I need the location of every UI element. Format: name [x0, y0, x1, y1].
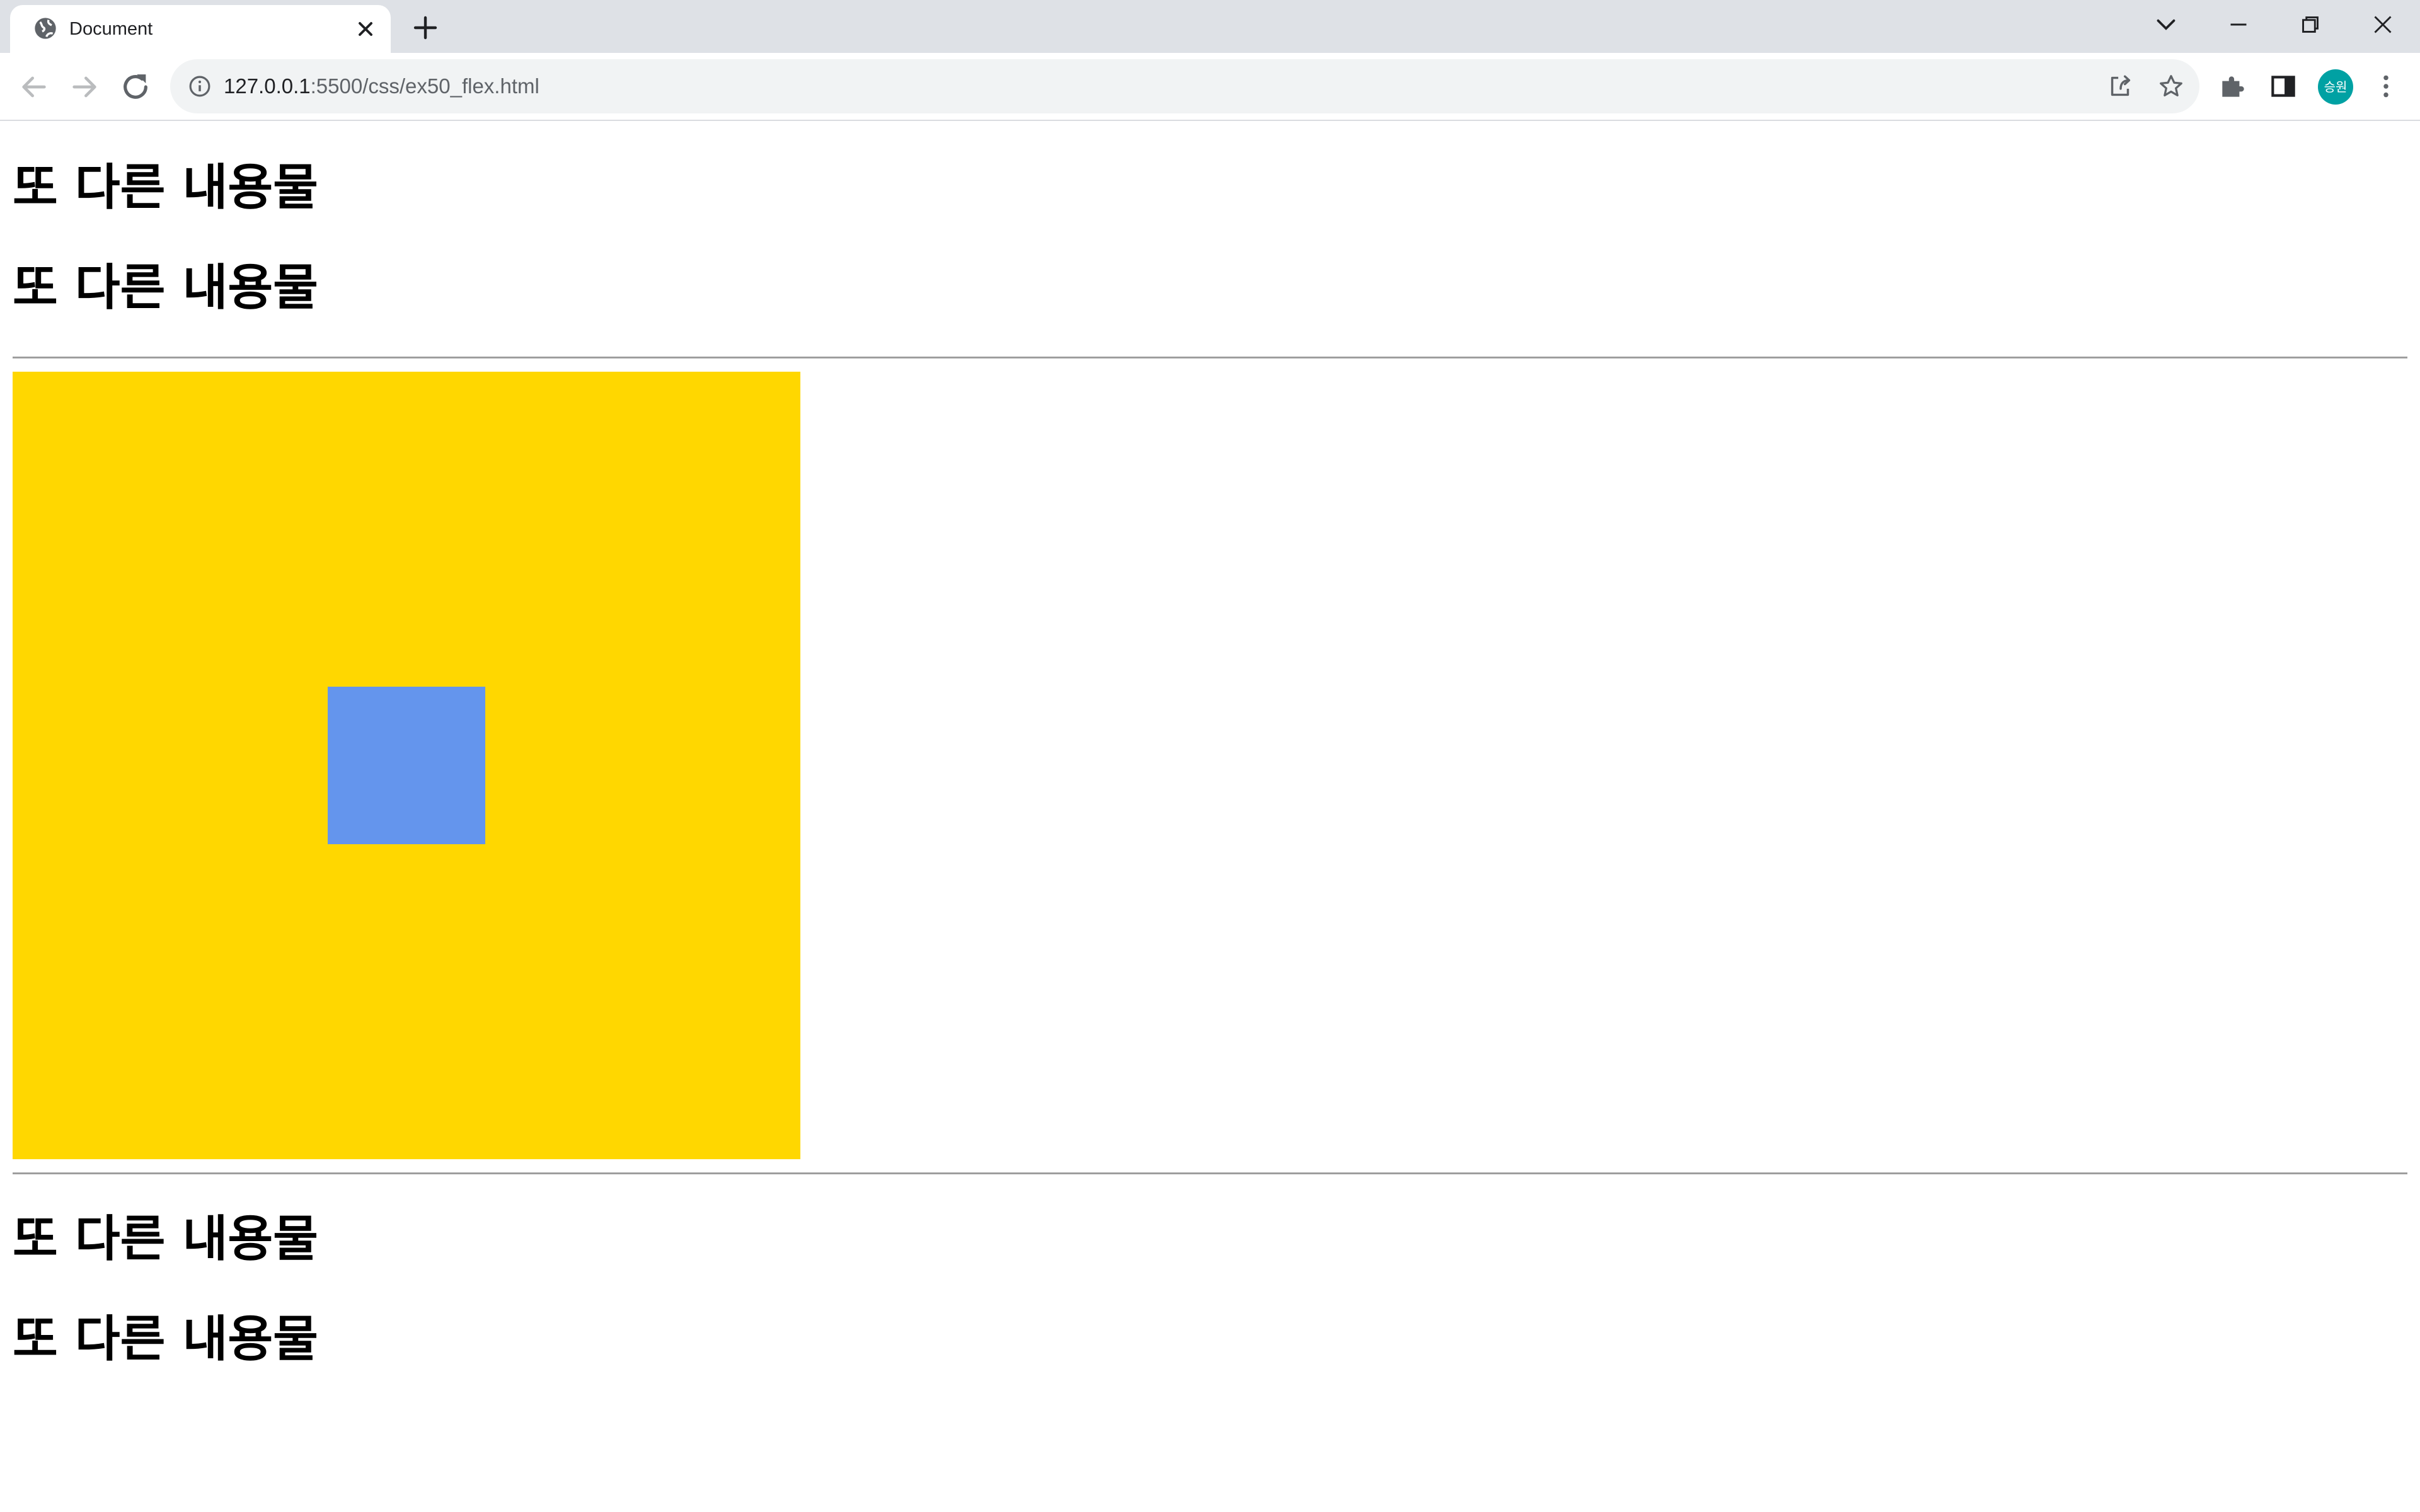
horizontal-rule-bottom — [13, 1172, 2407, 1174]
profile-avatar[interactable]: 승원 — [2318, 69, 2353, 105]
minimize-icon[interactable] — [2223, 9, 2254, 40]
close-tab-icon[interactable] — [354, 18, 377, 40]
tab-strip: Document — [0, 0, 2420, 53]
heading-top-1: 또 다른 내용물 — [13, 159, 318, 216]
restore-icon[interactable] — [2295, 9, 2326, 40]
url-host: 127.0.0.1 — [224, 74, 311, 98]
close-window-icon[interactable] — [2367, 9, 2399, 40]
heading-bottom-1: 또 다른 내용물 — [13, 1211, 318, 1268]
flex-container-box — [13, 372, 800, 1159]
address-bar[interactable]: 127.0.0.1:5500/css/ex50_flex.html — [170, 59, 2199, 113]
extensions-puzzle-icon[interactable] — [2217, 71, 2249, 102]
share-icon[interactable] — [2106, 72, 2135, 101]
back-arrow-icon[interactable] — [16, 69, 52, 105]
tab-search-chevron-icon[interactable] — [2150, 9, 2182, 40]
heading-bottom-2: 또 다른 내용물 — [13, 1311, 318, 1368]
more-menu-icon[interactable] — [2370, 71, 2402, 102]
url-path: :5500/css/ex50_flex.html — [310, 74, 539, 98]
bookmark-star-icon[interactable] — [2157, 72, 2186, 101]
browser-tab[interactable]: Document — [10, 5, 391, 53]
globe-icon — [35, 18, 56, 39]
tab-title: Document — [69, 19, 153, 39]
url-text[interactable]: 127.0.0.1:5500/css/ex50_flex.html — [224, 72, 539, 100]
page-viewport: 또 다른 내용물 또 다른 내용물 또 다른 내용물 또 다른 내용물 — [0, 121, 2420, 1512]
forward-arrow-icon[interactable] — [67, 69, 102, 105]
browser-toolbar: 127.0.0.1:5500/css/ex50_flex.html 승원 — [0, 53, 2420, 121]
flex-item-box — [328, 687, 485, 844]
side-panel-icon[interactable] — [2267, 71, 2299, 102]
site-info-icon[interactable] — [187, 73, 213, 100]
reload-icon[interactable] — [118, 69, 153, 105]
new-tab-icon[interactable] — [410, 13, 441, 43]
horizontal-rule-top — [13, 357, 2407, 358]
heading-top-2: 또 다른 내용물 — [13, 260, 318, 316]
